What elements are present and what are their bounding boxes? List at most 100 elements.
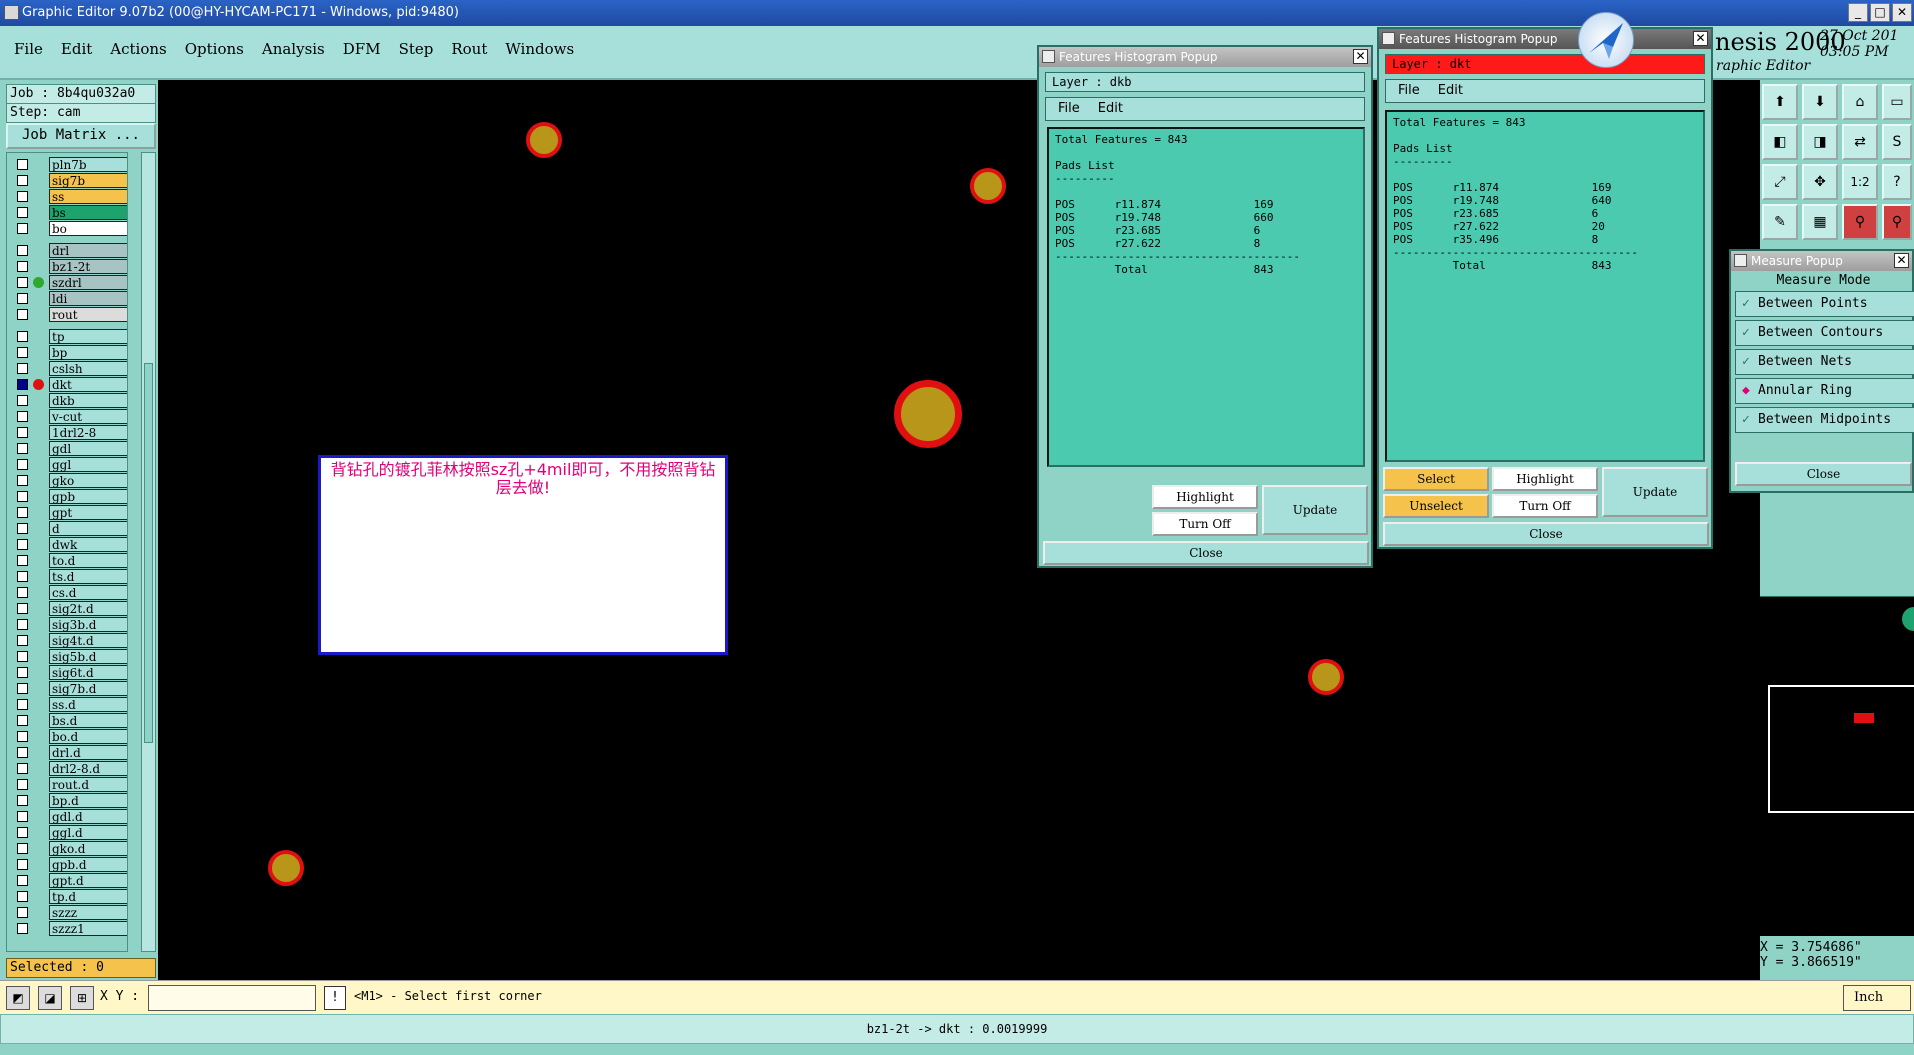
layer-name[interactable]: tp.d bbox=[49, 889, 127, 904]
layer-name[interactable]: gdl.d bbox=[49, 809, 127, 824]
measure-between-points[interactable]: ✓ Between Points bbox=[1735, 291, 1914, 317]
layer-name[interactable]: to.d bbox=[49, 553, 127, 568]
menu-file[interactable]: File bbox=[14, 40, 43, 58]
layer-checkbox[interactable] bbox=[17, 715, 28, 726]
maximize-button[interactable]: □ bbox=[1870, 3, 1890, 22]
layer-row-cs.d[interactable]: cs.d bbox=[11, 585, 127, 600]
layer-name[interactable]: v-cut bbox=[49, 409, 127, 424]
layer-checkbox[interactable] bbox=[17, 347, 28, 358]
layer-row-tp.d[interactable]: tp.d bbox=[11, 889, 127, 904]
overview-map[interactable] bbox=[1760, 596, 1914, 936]
layer-name[interactable]: ss.d bbox=[49, 697, 127, 712]
layer-row-to.d[interactable]: to.d bbox=[11, 553, 127, 568]
layer-name[interactable]: bp.d bbox=[49, 793, 127, 808]
layer-row-sig6t.d[interactable]: sig6t.d bbox=[11, 665, 127, 680]
layer-checkbox[interactable] bbox=[17, 379, 28, 390]
layer-name[interactable]: sig4t.d bbox=[49, 633, 127, 648]
measure-icon[interactable]: ◪ bbox=[38, 986, 62, 1010]
layer-checkbox[interactable] bbox=[17, 795, 28, 806]
layer-name[interactable]: ts.d bbox=[49, 569, 127, 584]
close-button[interactable]: Close bbox=[1383, 522, 1709, 546]
layer-checkbox[interactable] bbox=[17, 683, 28, 694]
scroll-thumb[interactable] bbox=[144, 363, 153, 743]
layer-name[interactable]: 1drl2-8 bbox=[49, 425, 127, 440]
layer-checkbox[interactable] bbox=[17, 159, 28, 170]
layer-name[interactable]: szdrl bbox=[49, 275, 127, 290]
layer-row-dwk[interactable]: dwk bbox=[11, 537, 127, 552]
layer-name[interactable]: ggl.d bbox=[49, 825, 127, 840]
popup-menu-file[interactable]: File bbox=[1398, 80, 1420, 102]
layer-row-ggl[interactable]: ggl bbox=[11, 457, 127, 472]
layer-checkbox[interactable] bbox=[17, 699, 28, 710]
menu-rout[interactable]: Rout bbox=[451, 40, 487, 58]
layer-row-gko.d[interactable]: gko.d bbox=[11, 841, 127, 856]
layer-name[interactable]: gpt bbox=[49, 505, 127, 520]
layer-name[interactable]: sig5b.d bbox=[49, 649, 127, 664]
layer-name[interactable]: dkt bbox=[49, 377, 127, 392]
menu-edit[interactable]: Edit bbox=[61, 40, 92, 58]
menu-options[interactable]: Options bbox=[185, 40, 244, 58]
close-icon[interactable]: ✕ bbox=[1353, 49, 1368, 64]
select-button[interactable]: Select bbox=[1383, 467, 1489, 491]
layer-checkbox[interactable] bbox=[17, 191, 28, 202]
menu-analysis[interactable]: Analysis bbox=[262, 40, 325, 58]
toolbar-icon[interactable]: ⌂ bbox=[1842, 84, 1878, 120]
layer-row-rout.d[interactable]: rout.d bbox=[11, 777, 127, 792]
layer-name[interactable]: dkb bbox=[49, 393, 127, 408]
layer-row-bz1-2t[interactable]: bz1-2t bbox=[11, 259, 127, 274]
pad-feature[interactable] bbox=[526, 122, 562, 158]
update-button[interactable]: Update bbox=[1262, 485, 1368, 535]
layer-row-bp.d[interactable]: bp.d bbox=[11, 793, 127, 808]
layer-checkbox[interactable] bbox=[17, 207, 28, 218]
pad-feature-highlighted[interactable] bbox=[894, 380, 962, 448]
layer-row-sig4t.d[interactable]: sig4t.d bbox=[11, 633, 127, 648]
toolbar-icon[interactable]: 1:2 bbox=[1842, 164, 1878, 200]
layer-row-pln7b[interactable]: pln7b bbox=[11, 157, 127, 172]
layer-row-bo.d[interactable]: bo.d bbox=[11, 729, 127, 744]
toolbar-icon[interactable]: ◨ bbox=[1802, 124, 1838, 160]
layer-row-drl2-8.d[interactable]: drl2-8.d bbox=[11, 761, 127, 776]
layer-name[interactable]: sig2t.d bbox=[49, 601, 127, 616]
layer-row-drl.d[interactable]: drl.d bbox=[11, 745, 127, 760]
layer-checkbox[interactable] bbox=[17, 507, 28, 518]
toolbar-icon[interactable]: S bbox=[1882, 124, 1912, 160]
layer-checkbox[interactable] bbox=[17, 603, 28, 614]
pad-feature[interactable] bbox=[1308, 659, 1344, 695]
toolbar-icon[interactable]: ⤢ bbox=[1762, 164, 1798, 200]
layer-checkbox[interactable] bbox=[17, 843, 28, 854]
layer-checkbox[interactable] bbox=[17, 245, 28, 256]
layer-row-tp[interactable]: tp bbox=[11, 329, 127, 344]
layer-checkbox[interactable] bbox=[17, 363, 28, 374]
layer-row-sig3b.d[interactable]: sig3b.d bbox=[11, 617, 127, 632]
toolbar-icon[interactable]: ⬇ bbox=[1802, 84, 1838, 120]
toolbar-icon[interactable]: ◧ bbox=[1762, 124, 1798, 160]
layer-row-ts.d[interactable]: ts.d bbox=[11, 569, 127, 584]
measure-between-contours[interactable]: ✓ Between Contours bbox=[1735, 320, 1914, 346]
layer-row-ss[interactable]: ss bbox=[11, 189, 127, 204]
toolbar-icon[interactable]: ✎ bbox=[1762, 204, 1798, 240]
unselect-button[interactable]: Unselect bbox=[1383, 494, 1489, 518]
layer-name[interactable]: gpt.d bbox=[49, 873, 127, 888]
layer-name[interactable]: drl bbox=[49, 243, 127, 258]
layer-name[interactable]: bp bbox=[49, 345, 127, 360]
layer-row-gpb[interactable]: gpb bbox=[11, 489, 127, 504]
layer-checkbox[interactable] bbox=[17, 907, 28, 918]
measure-close-button[interactable]: Close bbox=[1735, 462, 1912, 486]
layer-row-gdl[interactable]: gdl bbox=[11, 441, 127, 456]
layer-checkbox[interactable] bbox=[17, 261, 28, 272]
layer-name[interactable]: bz1-2t bbox=[49, 259, 127, 274]
layer-row-szzz1[interactable]: szzz1 bbox=[11, 921, 127, 936]
close-icon[interactable]: ✕ bbox=[1693, 31, 1708, 46]
layer-name[interactable]: ggl bbox=[49, 457, 127, 472]
layer-row-d[interactable]: d bbox=[11, 521, 127, 536]
popup-menu-edit[interactable]: Edit bbox=[1098, 98, 1123, 120]
layer-name[interactable]: bs bbox=[49, 205, 127, 220]
layer-checkbox[interactable] bbox=[17, 763, 28, 774]
layer-name[interactable]: szzz bbox=[49, 905, 127, 920]
layer-row-bs[interactable]: bs bbox=[11, 205, 127, 220]
highlight-button[interactable]: Highlight bbox=[1152, 485, 1258, 509]
layer-list-scrollbar[interactable] bbox=[141, 152, 156, 952]
pad-feature[interactable] bbox=[970, 168, 1006, 204]
layer-row-gko[interactable]: gko bbox=[11, 473, 127, 488]
layer-row-dkt[interactable]: dkt bbox=[11, 377, 127, 392]
